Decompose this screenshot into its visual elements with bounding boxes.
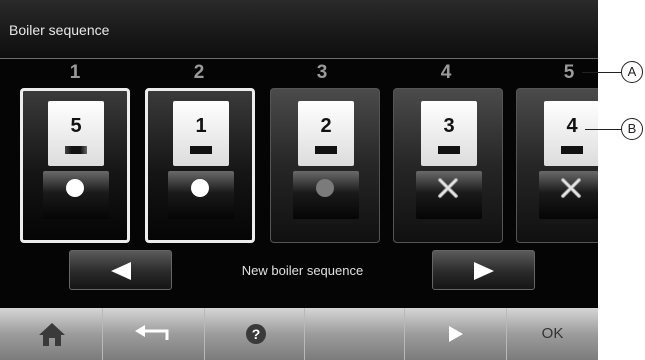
boiler-base — [293, 171, 359, 219]
play-right-icon — [449, 326, 463, 342]
new-boiler-sequence-label: New boiler sequence — [241, 263, 364, 278]
boiler-number: 3 — [443, 115, 455, 137]
position-number-2: 2 — [193, 62, 205, 83]
boiler-bar-icon — [438, 146, 460, 154]
boiler-bar-icon — [190, 146, 212, 154]
boiler-card: 5 — [48, 101, 104, 166]
svg-text:?: ? — [252, 326, 261, 342]
callout-a-line — [582, 72, 622, 73]
back-arrow-icon — [135, 325, 169, 340]
footer-bar: ? OK — [0, 308, 598, 360]
next-button[interactable] — [432, 250, 535, 290]
boiler-tile-5[interactable]: 4 — [516, 88, 598, 243]
ok-label: OK — [541, 325, 564, 342]
boiler-base — [539, 171, 598, 219]
callout-a: A — [621, 61, 643, 83]
boiler-base — [416, 171, 482, 219]
boiler-tile-2[interactable]: 1 — [145, 88, 255, 243]
boiler-card: 4 — [544, 101, 598, 166]
boiler-bar-icon — [315, 146, 337, 154]
forward-button[interactable] — [405, 308, 507, 360]
boiler-number: 4 — [566, 115, 578, 137]
boiler-base — [43, 171, 109, 219]
position-number-5: 5 — [563, 62, 575, 83]
header-bar: Boiler sequence — [0, 0, 598, 59]
boiler-number: 2 — [320, 115, 332, 137]
ok-button[interactable]: OK — [507, 308, 598, 360]
boiler-base — [168, 171, 234, 219]
boiler-tile-3[interactable]: 2 — [270, 88, 380, 243]
boiler-card: 2 — [298, 101, 354, 166]
boiler-number: 5 — [70, 115, 82, 137]
callout-b: B — [621, 118, 643, 140]
boiler-bar-icon — [65, 146, 87, 154]
empty-footer-slot — [305, 308, 405, 360]
help-icon: ? — [246, 324, 266, 344]
boiler-tile-1[interactable]: 5 — [20, 88, 130, 243]
boiler-bar-icon — [561, 146, 583, 154]
boiler-number: 1 — [195, 115, 207, 137]
back-button[interactable] — [103, 308, 205, 360]
status-dot-icon — [316, 179, 334, 197]
x-mark-icon — [438, 178, 458, 198]
boiler-card: 3 — [421, 101, 477, 166]
boiler-tile-4[interactable]: 3 — [393, 88, 503, 243]
position-number-4: 4 — [440, 62, 452, 83]
boiler-card: 1 — [173, 101, 229, 166]
arrow-right-icon — [474, 262, 494, 280]
callout-b-line — [585, 129, 622, 130]
status-dot-icon — [66, 179, 84, 197]
status-dot-icon — [191, 179, 209, 197]
position-number-3: 3 — [316, 62, 328, 83]
previous-button[interactable] — [69, 250, 172, 290]
page-title: Boiler sequence — [9, 22, 110, 38]
home-icon — [39, 323, 65, 346]
position-number-1: 1 — [69, 62, 81, 83]
help-button[interactable]: ? — [205, 308, 305, 360]
x-mark-icon — [561, 178, 581, 198]
home-button[interactable] — [0, 308, 103, 360]
boiler-sequence-screen: Boiler sequence 1 2 3 4 5 5 1 2 3 4 New … — [0, 0, 598, 360]
arrow-left-icon — [111, 262, 131, 280]
